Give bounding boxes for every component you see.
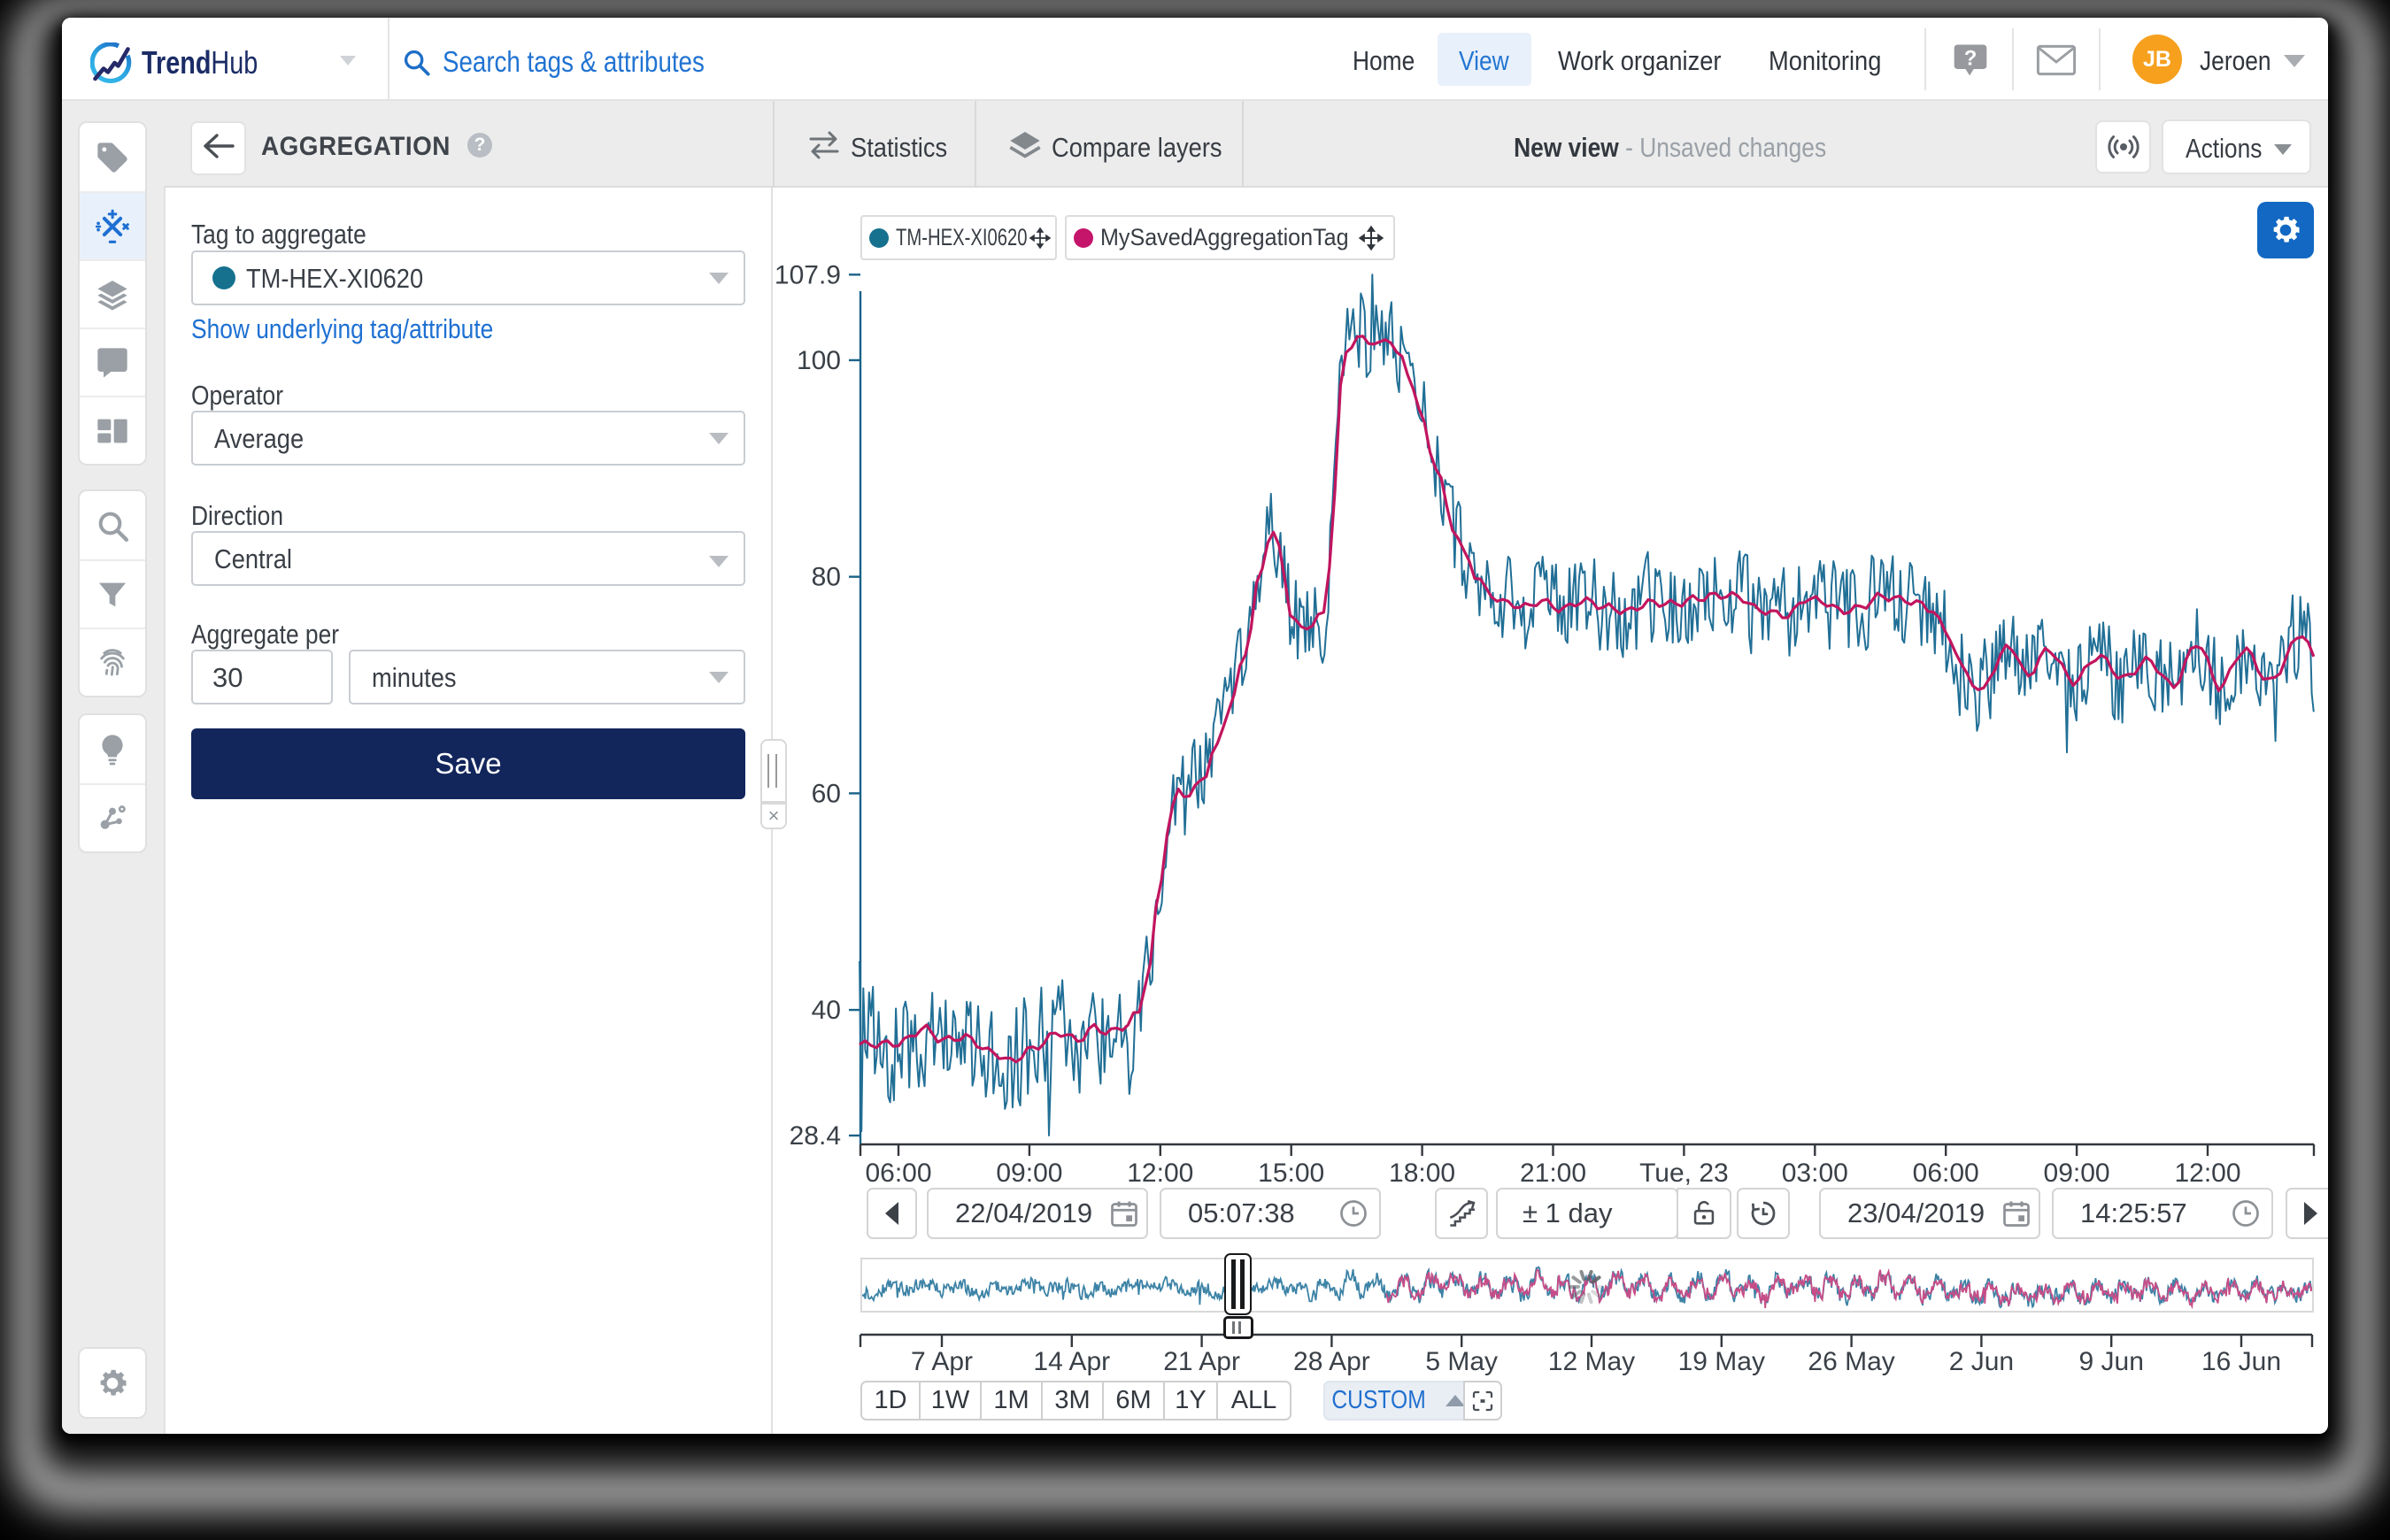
- svg-text:19 May: 19 May: [1678, 1347, 1765, 1376]
- svg-text:06:00: 06:00: [1913, 1159, 1979, 1188]
- svg-text:21 Apr: 21 Apr: [1163, 1347, 1240, 1376]
- svg-text:21:00: 21:00: [1520, 1159, 1586, 1188]
- svg-text:09:00: 09:00: [996, 1159, 1062, 1188]
- svg-text:7 Apr: 7 Apr: [911, 1347, 973, 1376]
- svg-text:100: 100: [797, 346, 841, 375]
- svg-text:28.4: 28.4: [790, 1121, 841, 1151]
- svg-text:18:00: 18:00: [1389, 1159, 1455, 1188]
- svg-text:12:00: 12:00: [2174, 1159, 2240, 1188]
- svg-text:06:00: 06:00: [865, 1159, 931, 1188]
- svg-text:40: 40: [812, 996, 841, 1025]
- svg-text:12:00: 12:00: [1127, 1159, 1193, 1188]
- svg-text:80: 80: [812, 563, 841, 592]
- svg-text:14 Apr: 14 Apr: [1033, 1347, 1110, 1376]
- svg-text:9 Jun: 9 Jun: [2079, 1347, 2144, 1376]
- svg-text:60: 60: [812, 779, 841, 808]
- svg-text:Tue, 23: Tue, 23: [1639, 1159, 1729, 1188]
- svg-text:16 Jun: 16 Jun: [2201, 1347, 2281, 1376]
- svg-text:28 Apr: 28 Apr: [1293, 1347, 1370, 1376]
- svg-text:12 May: 12 May: [1548, 1347, 1635, 1376]
- svg-text:03:00: 03:00: [1782, 1159, 1848, 1188]
- svg-text:26 May: 26 May: [1808, 1347, 1894, 1376]
- svg-text:09:00: 09:00: [2044, 1159, 2110, 1188]
- svg-text:2 Jun: 2 Jun: [1949, 1347, 2014, 1376]
- svg-text:107.9: 107.9: [775, 260, 841, 289]
- svg-text:5 May: 5 May: [1425, 1347, 1498, 1376]
- svg-text:15:00: 15:00: [1258, 1159, 1324, 1188]
